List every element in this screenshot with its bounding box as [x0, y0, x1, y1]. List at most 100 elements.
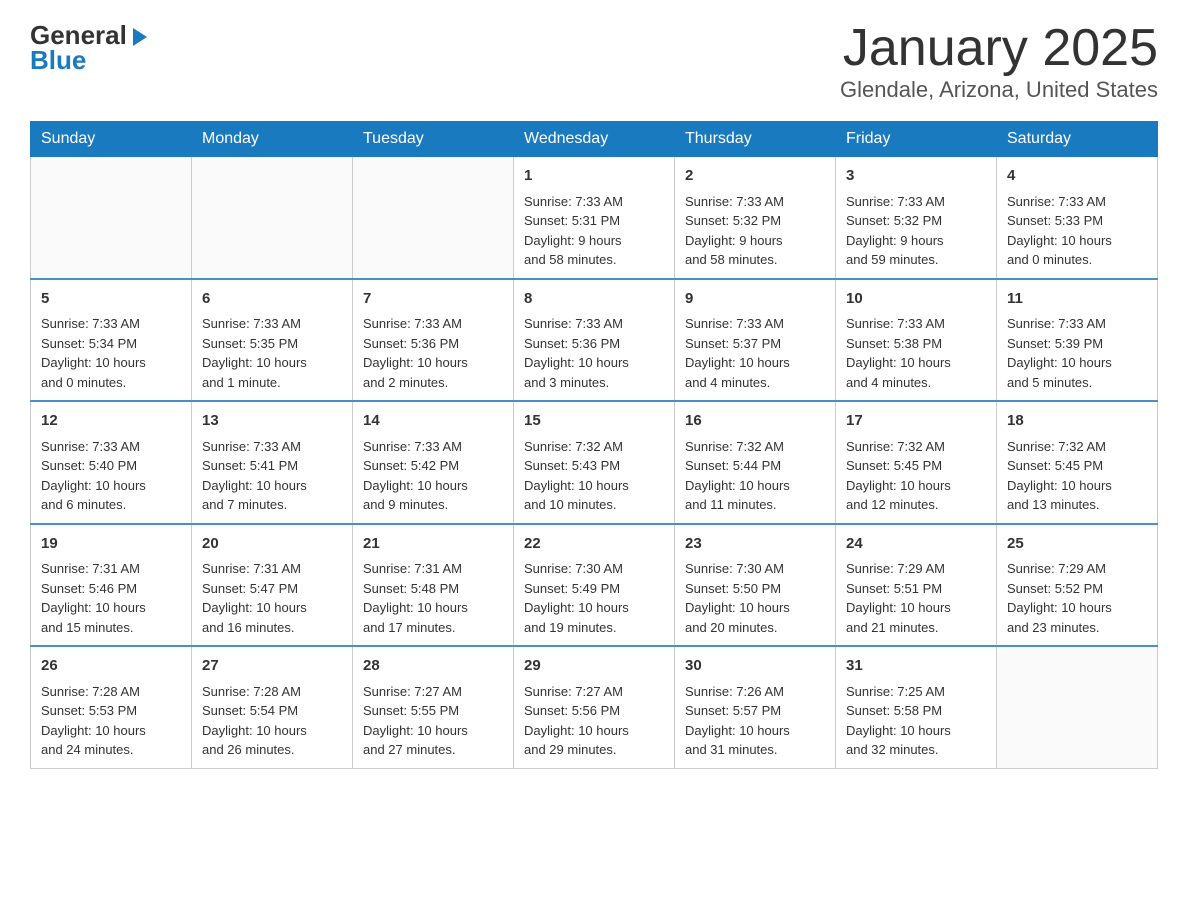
day-number: 21 [363, 533, 503, 556]
day-info: Sunrise: 7:29 AM Sunset: 5:51 PM Dayligh… [846, 559, 986, 637]
calendar-cell: 28 Sunrise: 7:27 AM Sunset: 5:55 PM Dayli… [353, 646, 514, 768]
calendar-cell: 19Sunrise: 7:31 AM Sunset: 5:46 PM Dayli… [31, 524, 192, 647]
day-number: 23 [685, 533, 825, 556]
title-block: January 2025 Glendale, Arizona, United S… [840, 20, 1158, 103]
calendar-day-header: Saturday [997, 122, 1158, 157]
day-number: 2 [685, 165, 825, 188]
day-info: Sunrise: 7:32 AM Sunset: 5:45 PM Dayligh… [1007, 437, 1147, 515]
day-number: 1 [524, 165, 664, 188]
calendar-day-header: Tuesday [353, 122, 514, 157]
day-number: 8 [524, 288, 664, 311]
calendar-header-row: SundayMondayTuesdayWednesdayThursdayFrid… [31, 122, 1158, 157]
calendar-cell: 20 Sunrise: 7:31 AM Sunset: 5:47 PM Dayli… [192, 524, 353, 647]
calendar-cell [353, 157, 514, 279]
day-info: Sunrise: 7:32 AM Sunset: 5:45 PM Dayligh… [846, 437, 986, 515]
calendar-cell [192, 157, 353, 279]
calendar-cell: 31 Sunrise: 7:25 AM Sunset: 5:58 PM Dayli… [836, 646, 997, 768]
day-number: 31 [846, 655, 986, 678]
calendar-cell: 24 Sunrise: 7:29 AM Sunset: 5:51 PM Dayli… [836, 524, 997, 647]
day-info: Sunrise: 7:32 AM Sunset: 5:44 PM Dayligh… [685, 437, 825, 515]
calendar-cell: 8 Sunrise: 7:33 AM Sunset: 5:36 PM Daylig… [514, 279, 675, 402]
day-info: Sunrise: 7:25 AM Sunset: 5:58 PM Dayligh… [846, 682, 986, 760]
calendar-cell: 26 Sunrise: 7:28 AM Sunset: 5:53 PM Dayli… [31, 646, 192, 768]
calendar-cell: 15 Sunrise: 7:32 AM Sunset: 5:43 PM Dayli… [514, 401, 675, 524]
day-number: 14 [363, 410, 503, 433]
calendar-cell: 6 Sunrise: 7:33 AM Sunset: 5:35 PM Daylig… [192, 279, 353, 402]
calendar-cell: 1Sunrise: 7:33 AM Sunset: 5:31 PM Daylig… [514, 157, 675, 279]
calendar-cell: 29Sunrise: 7:27 AM Sunset: 5:56 PM Dayli… [514, 646, 675, 768]
calendar-cell: 27 Sunrise: 7:28 AM Sunset: 5:54 PM Dayli… [192, 646, 353, 768]
day-number: 18 [1007, 410, 1147, 433]
calendar-day-header: Thursday [675, 122, 836, 157]
day-info: Sunrise: 7:33 AM Sunset: 5:42 PM Dayligh… [363, 437, 503, 515]
day-number: 15 [524, 410, 664, 433]
day-number: 28 [363, 655, 503, 678]
day-number: 9 [685, 288, 825, 311]
day-number: 5 [41, 288, 181, 311]
page-title: January 2025 [840, 20, 1158, 77]
logo-arrow-icon [129, 26, 151, 48]
calendar-cell: 5 Sunrise: 7:33 AM Sunset: 5:34 PM Daylig… [31, 279, 192, 402]
day-info: Sunrise: 7:33 AM Sunset: 5:36 PM Dayligh… [363, 314, 503, 392]
day-info: Sunrise: 7:33 AM Sunset: 5:40 PM Dayligh… [41, 437, 181, 515]
calendar-table: SundayMondayTuesdayWednesdayThursdayFrid… [30, 121, 1158, 769]
day-info: Sunrise: 7:27 AM Sunset: 5:55 PM Dayligh… [363, 682, 503, 760]
day-number: 12 [41, 410, 181, 433]
day-info: Sunrise: 7:33 AM Sunset: 5:37 PM Dayligh… [685, 314, 825, 392]
logo-blue-text: Blue [30, 47, 86, 73]
day-number: 4 [1007, 165, 1147, 188]
calendar-cell [997, 646, 1158, 768]
day-info: Sunrise: 7:28 AM Sunset: 5:53 PM Dayligh… [41, 682, 181, 760]
calendar-day-header: Monday [192, 122, 353, 157]
day-info: Sunrise: 7:33 AM Sunset: 5:36 PM Dayligh… [524, 314, 664, 392]
calendar-cell: 10 Sunrise: 7:33 AM Sunset: 5:38 PM Dayli… [836, 279, 997, 402]
day-number: 6 [202, 288, 342, 311]
day-number: 20 [202, 533, 342, 556]
day-info: Sunrise: 7:27 AM Sunset: 5:56 PM Dayligh… [524, 682, 664, 760]
calendar-day-header: Friday [836, 122, 997, 157]
day-info: Sunrise: 7:33 AM Sunset: 5:39 PM Dayligh… [1007, 314, 1147, 392]
calendar-week-row: 26 Sunrise: 7:28 AM Sunset: 5:53 PM Dayli… [31, 646, 1158, 768]
day-info: Sunrise: 7:32 AM Sunset: 5:43 PM Dayligh… [524, 437, 664, 515]
day-info: Sunrise: 7:33 AM Sunset: 5:32 PM Dayligh… [685, 192, 825, 270]
calendar-week-row: 5 Sunrise: 7:33 AM Sunset: 5:34 PM Daylig… [31, 279, 1158, 402]
calendar-cell: 30 Sunrise: 7:26 AM Sunset: 5:57 PM Dayli… [675, 646, 836, 768]
calendar-cell [31, 157, 192, 279]
day-number: 25 [1007, 533, 1147, 556]
day-info: Sunrise: 7:28 AM Sunset: 5:54 PM Dayligh… [202, 682, 342, 760]
day-info: Sunrise: 7:33 AM Sunset: 5:35 PM Dayligh… [202, 314, 342, 392]
day-info: Sunrise: 7:30 AM Sunset: 5:50 PM Dayligh… [685, 559, 825, 637]
day-number: 24 [846, 533, 986, 556]
day-number: 16 [685, 410, 825, 433]
day-info: Sunrise: 7:33 AM Sunset: 5:34 PM Dayligh… [41, 314, 181, 392]
day-info: Sunrise: 7:29 AM Sunset: 5:52 PM Dayligh… [1007, 559, 1147, 637]
day-number: 10 [846, 288, 986, 311]
calendar-cell: 3Sunrise: 7:33 AM Sunset: 5:32 PM Daylig… [836, 157, 997, 279]
calendar-cell: 23 Sunrise: 7:30 AM Sunset: 5:50 PM Dayli… [675, 524, 836, 647]
day-info: Sunrise: 7:31 AM Sunset: 5:47 PM Dayligh… [202, 559, 342, 637]
calendar-cell: 25 Sunrise: 7:29 AM Sunset: 5:52 PM Dayli… [997, 524, 1158, 647]
calendar-week-row: 12 Sunrise: 7:33 AM Sunset: 5:40 PM Dayli… [31, 401, 1158, 524]
calendar-cell: 9 Sunrise: 7:33 AM Sunset: 5:37 PM Daylig… [675, 279, 836, 402]
calendar-cell: 22Sunrise: 7:30 AM Sunset: 5:49 PM Dayli… [514, 524, 675, 647]
calendar-cell: 7Sunrise: 7:33 AM Sunset: 5:36 PM Daylig… [353, 279, 514, 402]
day-number: 3 [846, 165, 986, 188]
day-info: Sunrise: 7:33 AM Sunset: 5:41 PM Dayligh… [202, 437, 342, 515]
day-info: Sunrise: 7:33 AM Sunset: 5:38 PM Dayligh… [846, 314, 986, 392]
page-subtitle: Glendale, Arizona, United States [840, 77, 1158, 103]
calendar-cell: 4 Sunrise: 7:33 AM Sunset: 5:33 PM Daylig… [997, 157, 1158, 279]
logo: General Blue [30, 20, 151, 73]
day-number: 27 [202, 655, 342, 678]
day-number: 26 [41, 655, 181, 678]
calendar-day-header: Sunday [31, 122, 192, 157]
calendar-cell: 16 Sunrise: 7:32 AM Sunset: 5:44 PM Dayli… [675, 401, 836, 524]
day-info: Sunrise: 7:33 AM Sunset: 5:33 PM Dayligh… [1007, 192, 1147, 270]
calendar-cell: 12 Sunrise: 7:33 AM Sunset: 5:40 PM Dayli… [31, 401, 192, 524]
calendar-cell: 17Sunrise: 7:32 AM Sunset: 5:45 PM Dayli… [836, 401, 997, 524]
calendar-week-row: 19Sunrise: 7:31 AM Sunset: 5:46 PM Dayli… [31, 524, 1158, 647]
calendar-cell: 21Sunrise: 7:31 AM Sunset: 5:48 PM Dayli… [353, 524, 514, 647]
day-info: Sunrise: 7:26 AM Sunset: 5:57 PM Dayligh… [685, 682, 825, 760]
day-number: 30 [685, 655, 825, 678]
calendar-day-header: Wednesday [514, 122, 675, 157]
page-header: General Blue January 2025 Glendale, Ariz… [30, 20, 1158, 103]
